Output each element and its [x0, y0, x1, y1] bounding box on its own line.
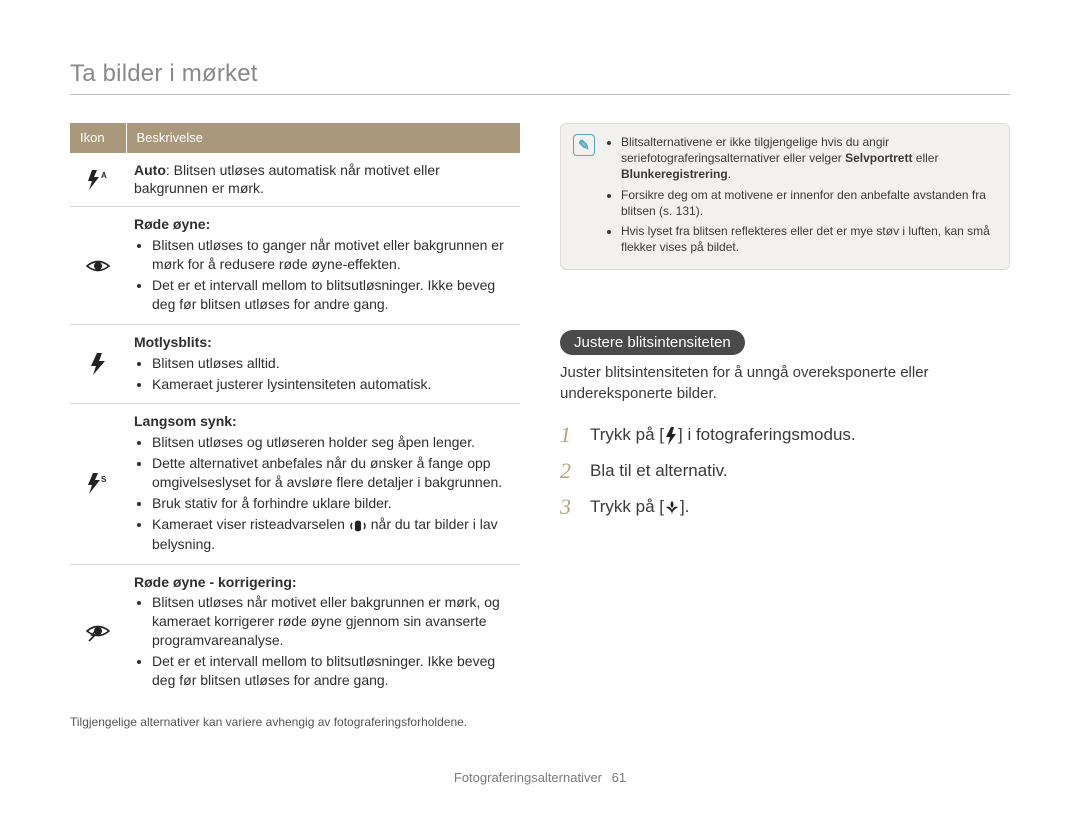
step-post: ] i fotograferingsmodus. [678, 425, 856, 444]
table-row: Røde øyne - korrigering: Blitsen utløses… [70, 564, 520, 700]
step-number: 3 [560, 494, 578, 520]
steps-list: 1 Trykk på [ ] i fotograferingsmodus. 2 B… [560, 422, 1010, 520]
note-box: ✎ Blitsalternativene er ikke tilgjengeli… [560, 123, 1010, 270]
flash-options-table: Ikon Beskrivelse A Auto: Blitsen utløses… [70, 123, 520, 700]
bullet: Kameraet viser risteadvarselen når du ta… [152, 515, 512, 554]
section-desc: Juster blitsintensiteten for å unngå ove… [560, 363, 1010, 404]
step-item: 1 Trykk på [ ] i fotograferingsmodus. [560, 422, 1010, 448]
footer-page-number: 61 [612, 770, 626, 785]
row-title: Røde øyne: [134, 215, 512, 234]
step-text: Trykk på []. [590, 497, 689, 518]
step-text: Trykk på [ ] i fotograferingsmodus. [590, 425, 856, 446]
bullet: Bruk stativ for å forhindre uklare bilde… [152, 494, 512, 513]
cell-desc: Røde øyne: Blitsen utløses to ganger når… [126, 207, 520, 324]
footer-section: Fotograferingsalternativer [454, 770, 602, 785]
row-bullets: Blitsen utløses når motivet eller bakgru… [134, 593, 512, 689]
step-post: ]. [680, 497, 689, 516]
row-title: Røde øyne - korrigering: [134, 573, 512, 592]
note-text: eller [912, 151, 938, 165]
table-header-icon: Ikon [70, 123, 126, 153]
page: Ta bilder i mørket Ikon Beskrivelse A [0, 0, 1080, 815]
step-item: 2 Bla til et alternativ. [560, 458, 1010, 484]
table-row: Motlysblits: Blitsen utløses alltid. Kam… [70, 324, 520, 404]
left-column: Ikon Beskrivelse A Auto: Blitsen utløses… [70, 123, 520, 730]
columns: Ikon Beskrivelse A Auto: Blitsen utløses… [70, 123, 1010, 730]
section-pill: Justere blitsintensiteten [560, 330, 745, 355]
bullet: Dette alternativet anbefales når du ønsk… [152, 454, 512, 492]
fill-flash-icon [70, 324, 126, 404]
step-number: 1 [560, 422, 578, 448]
row-bullets: Blitsen utløses to ganger når motivet el… [134, 236, 512, 314]
svg-text:S: S [101, 475, 107, 484]
row-title: Motlysblits: [134, 333, 512, 352]
table-row: S Langsom synk: Blitsen utløses og utløs… [70, 404, 520, 564]
step-number: 2 [560, 458, 578, 484]
cell-desc: Motlysblits: Blitsen utløses alltid. Kam… [126, 324, 520, 404]
row-bold: Auto [134, 162, 166, 178]
flash-auto-icon: A [70, 153, 126, 207]
note-item: Forsikre deg om at motivene er innenfor … [621, 187, 997, 219]
note-bold: Selvportrett [845, 151, 912, 165]
step-item: 3 Trykk på []. [560, 494, 1010, 520]
table-row: Røde øyne: Blitsen utløses to ganger når… [70, 207, 520, 324]
svg-text:A: A [101, 171, 107, 180]
table-row: A Auto: Blitsen utløses automatisk når m… [70, 153, 520, 207]
cell-desc: Langsom synk: Blitsen utløses og utløser… [126, 404, 520, 564]
page-footer: Fotograferingsalternativer 61 [0, 770, 1080, 785]
bullet: Kameraet justerer lysintensiteten automa… [152, 375, 512, 394]
step-pre: Trykk på [ [590, 425, 664, 444]
bullet-text-pre: Kameraet viser risteadvarselen [152, 516, 349, 532]
red-eye-icon [70, 207, 126, 324]
slow-sync-icon: S [70, 404, 126, 564]
flash-icon [664, 425, 678, 445]
note-item: Blitsalternativene er ikke tilgjengelige… [621, 134, 997, 183]
bullet: Blitsen utløses når motivet eller bakgru… [152, 593, 512, 650]
row-bullets: Blitsen utløses og utløseren holder seg … [134, 433, 512, 553]
row-bullets: Blitsen utløses alltid. Kameraet justere… [134, 354, 512, 394]
right-column: ✎ Blitsalternativene er ikke tilgjengeli… [560, 123, 1010, 730]
red-eye-fix-icon [70, 564, 126, 700]
note-list: Blitsalternativene er ikke tilgjengelige… [605, 134, 997, 259]
bullet: Blitsen utløses alltid. [152, 354, 512, 373]
note-item: Hvis lyset fra blitsen reflekteres eller… [621, 223, 997, 255]
bullet: Det er et intervall mellom to blitsutløs… [152, 652, 512, 690]
step-text: Bla til et alternativ. [590, 461, 728, 481]
cell-desc: Auto: Blitsen utløses automatisk når mot… [126, 153, 520, 207]
macro-icon [664, 497, 680, 517]
bullet: Det er et intervall mellom to blitsutløs… [152, 276, 512, 314]
cell-desc: Røde øyne - korrigering: Blitsen utløses… [126, 564, 520, 700]
note-text: . [728, 167, 731, 181]
row-rest: : Blitsen utløses automatisk når motivet… [134, 162, 440, 197]
bullet: Blitsen utløses to ganger når motivet el… [152, 236, 512, 274]
note-bold: Blunkeregistrering [621, 167, 728, 181]
footnote: Tilgjengelige alternativer kan variere a… [70, 714, 520, 730]
note-icon: ✎ [573, 134, 595, 156]
shake-warning-icon [349, 516, 367, 535]
step-pre: Trykk på [ [590, 497, 664, 516]
table-header-desc: Beskrivelse [126, 123, 520, 153]
bullet: Blitsen utløses og utløseren holder seg … [152, 433, 512, 452]
row-title: Langsom synk: [134, 412, 512, 431]
page-title: Ta bilder i mørket [70, 60, 1010, 95]
